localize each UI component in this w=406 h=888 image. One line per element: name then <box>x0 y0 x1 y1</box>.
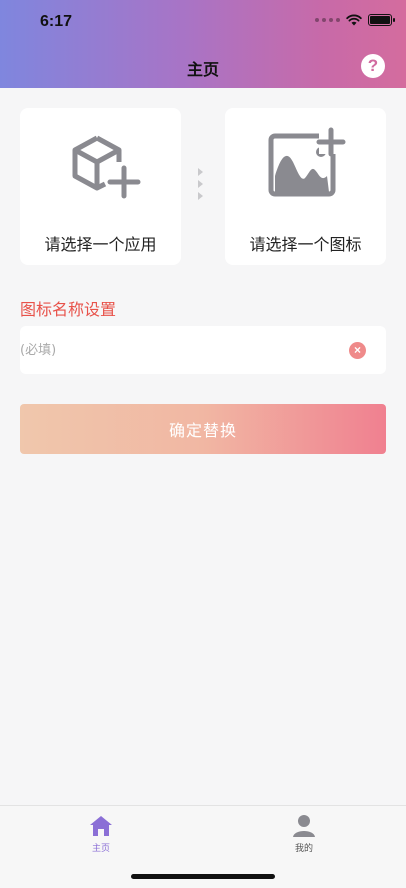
question-circle-icon[interactable]: ? <box>361 54 385 78</box>
tab-home-label: 主页 <box>91 844 110 854</box>
battery-icon <box>368 14 395 26</box>
box-plus-icon <box>20 126 181 206</box>
home-icon <box>90 816 112 836</box>
select-app-label: 请选择一个应用 <box>44 235 157 254</box>
icon-name-field-container: × <box>20 326 386 374</box>
flow-arrows-icon <box>198 168 203 200</box>
status-time: 6:17 <box>40 13 73 30</box>
confirm-replace-button[interactable]: 确定替换 <box>20 404 386 454</box>
select-icon-label: 请选择一个图标 <box>249 235 362 254</box>
icon-name-section-title: 图标名称设置 <box>20 300 117 319</box>
image-plus-icon <box>225 126 386 206</box>
status-icons <box>315 14 395 26</box>
clear-icon[interactable]: × <box>349 342 366 359</box>
tab-mine[interactable]: 我的 <box>274 814 334 854</box>
signal-icon <box>315 18 340 22</box>
select-icon-card[interactable]: 请选择一个图标 <box>225 108 386 265</box>
select-app-card[interactable]: 请选择一个应用 <box>20 108 181 265</box>
tab-mine-label: 我的 <box>294 844 313 854</box>
page-title: 主页 <box>186 60 219 79</box>
icon-name-input[interactable] <box>20 326 340 374</box>
wifi-icon <box>346 14 362 26</box>
tab-home[interactable]: 主页 <box>71 814 131 854</box>
user-icon <box>293 815 315 837</box>
header-bar: 6:17 主页 ? <box>0 0 406 88</box>
home-indicator <box>131 874 275 879</box>
